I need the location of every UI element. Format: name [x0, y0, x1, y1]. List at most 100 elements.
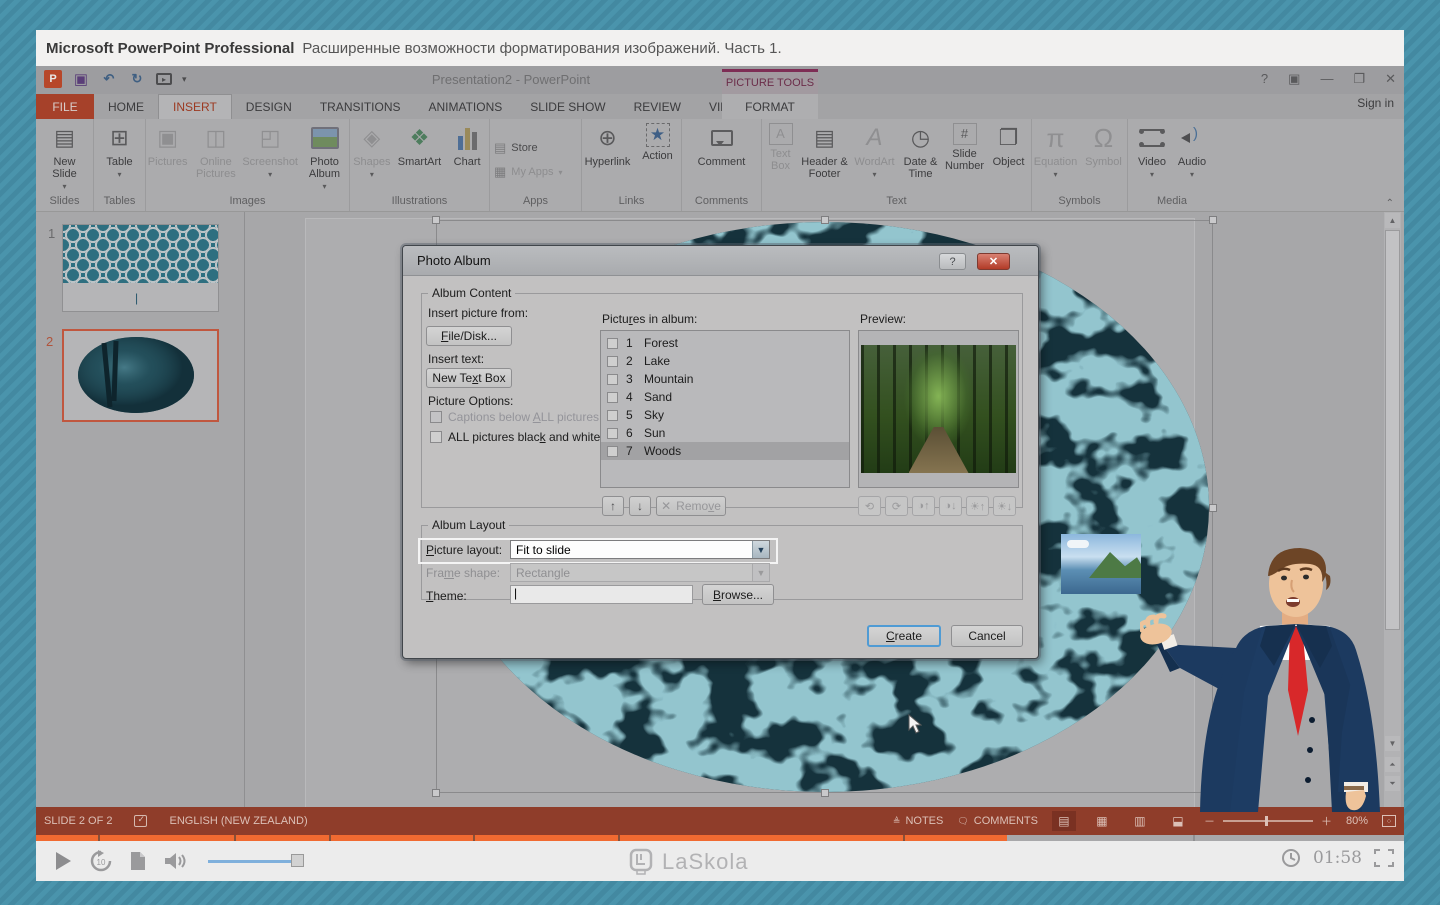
browse-button[interactable]: Browse... — [702, 584, 774, 605]
slide-sorter-view-icon[interactable]: ▦ — [1090, 811, 1114, 831]
dialog-help-button[interactable]: ? — [939, 253, 966, 270]
wordart-button[interactable]: A WordArt — [852, 123, 898, 181]
brightness-down-button[interactable]: ☀↓ — [993, 496, 1016, 516]
picture-layout-dropdown-icon[interactable]: ▼ — [752, 541, 769, 558]
sun-checkbox[interactable] — [607, 428, 618, 439]
restore-icon[interactable]: ❐ — [1353, 71, 1365, 87]
symbol-button[interactable]: Ω Symbol — [1081, 123, 1127, 168]
comments-toggle[interactable]: 🗨 COMMENTS — [957, 815, 1038, 827]
forest-checkbox[interactable] — [607, 338, 618, 349]
resize-handle-top-mid[interactable] — [821, 216, 829, 224]
scroll-up-icon[interactable]: ▲ — [1385, 213, 1400, 228]
move-up-button[interactable]: ↑ — [602, 496, 624, 516]
fullscreen-icon[interactable] — [1374, 849, 1394, 867]
date-time-button[interactable]: ◷ Date & Time — [900, 123, 942, 180]
sky-checkbox[interactable] — [607, 410, 618, 421]
pictures-button[interactable]: ▣ Pictures — [146, 123, 189, 168]
comment-button[interactable]: Comment — [694, 123, 750, 168]
contrast-up-button[interactable]: ◑↑ — [912, 496, 935, 516]
notes-doc-button[interactable] — [130, 851, 146, 871]
start-slideshow-icon[interactable]: ▸ — [156, 73, 172, 85]
photo-album-button[interactable]: Photo Album — [300, 123, 349, 193]
shapes-button[interactable]: ◈ Shapes — [350, 123, 394, 181]
pictures-in-album-list[interactable]: 1 Forest 2 Lake 3 Mountain 4 Sand 5 — [600, 330, 850, 488]
remove-button[interactable]: ✕ Remove — [656, 496, 726, 516]
spellcheck-icon[interactable] — [134, 815, 147, 827]
resize-handle-top-right[interactable] — [1209, 216, 1217, 224]
hyperlink-button[interactable]: ⊕ Hyperlink — [583, 123, 633, 168]
list-item-woods[interactable]: 7 Woods — [601, 442, 849, 460]
help-icon[interactable]: ? — [1261, 71, 1268, 87]
captions-checkbox[interactable] — [430, 411, 442, 423]
zoom-thumb[interactable] — [1265, 816, 1268, 826]
cancel-button[interactable]: Cancel — [951, 625, 1023, 647]
action-button[interactable]: ★ Action — [635, 123, 681, 162]
zoom-percentage[interactable]: 80% — [1346, 815, 1368, 827]
tab-slideshow[interactable]: SLIDE SHOW — [516, 94, 619, 119]
thumbnail-slide-1[interactable]: | — [62, 224, 219, 312]
ribbon-display-icon[interactable]: ▣ — [1288, 71, 1300, 87]
slideshow-view-icon[interactable]: ⬓ — [1166, 811, 1190, 831]
captions-checkbox-row[interactable]: Captions below ALL pictures — [430, 410, 599, 424]
tab-home[interactable]: HOME — [94, 94, 158, 119]
slide-number-button[interactable]: # Slide Number — [944, 123, 986, 172]
dialog-close-button[interactable]: ✕ — [977, 253, 1010, 270]
close-icon[interactable]: ✕ — [1385, 71, 1396, 87]
resize-handle-bottom-mid[interactable] — [821, 789, 829, 797]
zoom-in-icon[interactable]: ＋ — [1321, 813, 1332, 829]
redo-icon[interactable]: ↻ — [128, 70, 146, 88]
resize-handle-bottom-left[interactable] — [432, 789, 440, 797]
fit-slide-to-window-icon[interactable]: ⁘ — [1382, 815, 1396, 827]
replay-10-button[interactable]: 10 — [90, 850, 112, 872]
rotate-left-button[interactable]: ⟲ — [858, 496, 881, 516]
list-item-lake[interactable]: 2 Lake — [601, 352, 849, 370]
table-button[interactable]: ⊞ Table — [97, 123, 143, 181]
tab-insert[interactable]: INSERT — [158, 94, 232, 119]
move-down-button[interactable]: ↓ — [629, 496, 651, 516]
zoom-slider[interactable]: － ＋ — [1204, 813, 1332, 829]
volume-button[interactable] — [164, 851, 188, 871]
language-indicator[interactable]: ENGLISH (NEW ZEALAND) — [169, 815, 307, 827]
notes-toggle[interactable]: ≜ NOTES — [893, 815, 943, 827]
audio-button[interactable]: Audio — [1173, 123, 1211, 181]
tab-file[interactable]: FILE — [36, 94, 94, 119]
list-item-sun[interactable]: 6 Sun — [601, 424, 849, 442]
play-button[interactable] — [54, 851, 72, 871]
minimize-icon[interactable]: — — [1320, 71, 1333, 87]
collapse-ribbon-icon[interactable]: ⌃ — [1386, 198, 1394, 209]
tab-animations[interactable]: ANIMATIONS — [414, 94, 516, 119]
equation-button[interactable]: π Equation — [1033, 123, 1079, 181]
list-item-sky[interactable]: 5 Sky — [601, 406, 849, 424]
chart-button[interactable]: Chart — [445, 123, 489, 168]
create-button[interactable]: Create — [867, 625, 941, 647]
smartart-button[interactable]: ❖ SmartArt — [396, 123, 444, 168]
lake-checkbox[interactable] — [607, 356, 618, 367]
file-disk-button[interactable]: File/Disk... — [426, 326, 512, 346]
normal-view-icon[interactable]: ▤ — [1052, 811, 1076, 831]
video-button[interactable]: Video — [1133, 123, 1171, 181]
tab-design[interactable]: DESIGN — [232, 94, 306, 119]
resize-handle-mid-right[interactable] — [1209, 504, 1217, 512]
tab-review[interactable]: REVIEW — [620, 94, 695, 119]
woods-checkbox[interactable] — [607, 446, 618, 457]
sand-checkbox[interactable] — [607, 392, 618, 403]
qat-customize-icon[interactable]: ▾ — [182, 74, 187, 85]
new-slide-button[interactable]: ▤ New Slide — [42, 123, 88, 193]
new-text-box-button[interactable]: New Text Box — [426, 368, 512, 388]
tab-format[interactable]: FORMAT — [722, 94, 818, 119]
undo-icon[interactable]: ↶ — [100, 70, 118, 88]
save-icon[interactable]: ▣ — [72, 70, 90, 88]
rotate-right-button[interactable]: ⟳ — [885, 496, 908, 516]
my-apps-button[interactable]: ▦ My Apps ▾ — [490, 161, 563, 183]
zoom-out-icon[interactable]: － — [1204, 813, 1215, 829]
list-item-mountain[interactable]: 3 Mountain — [601, 370, 849, 388]
store-button[interactable]: ▤ Store — [490, 137, 538, 159]
black-white-checkbox-row[interactable]: ALL pictures black and white — [430, 430, 600, 444]
header-footer-button[interactable]: ▤ Header & Footer — [800, 123, 850, 180]
tab-transitions[interactable]: TRANSITIONS — [306, 94, 415, 119]
theme-input[interactable]: | — [510, 585, 693, 604]
picture-layout-combobox[interactable]: Fit to slide ▼ — [510, 540, 770, 559]
reading-view-icon[interactable]: ▥ — [1128, 811, 1152, 831]
volume-slider-handle[interactable] — [291, 854, 304, 867]
brightness-up-button[interactable]: ☀↑ — [966, 496, 989, 516]
